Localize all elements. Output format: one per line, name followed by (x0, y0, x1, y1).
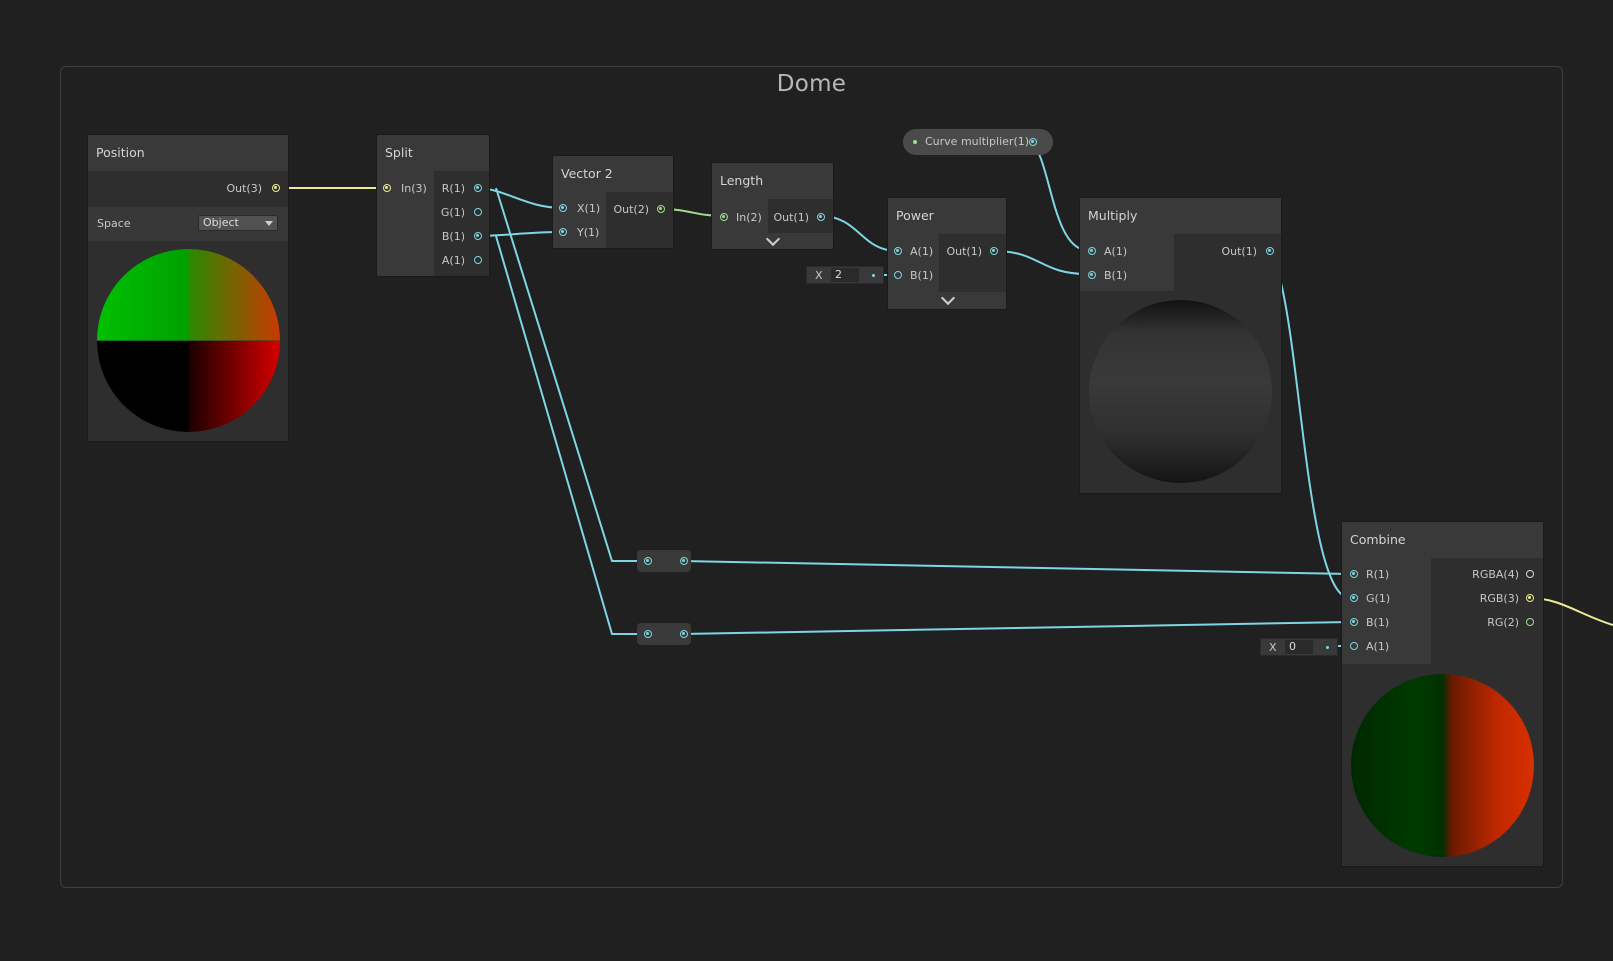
property-dot-icon (913, 140, 917, 144)
combine-in-a-label: A(1) (1366, 640, 1390, 653)
split-out-a-label: A(1) (441, 254, 465, 267)
curve-multiplier-property[interactable]: Curve multiplier(1) (903, 129, 1053, 155)
combine-out-rg-label: RG(2) (1487, 616, 1519, 629)
combine-in-r-port[interactable] (1349, 569, 1358, 578)
position-space-value: Object (203, 216, 239, 229)
combine-in-b-port[interactable] (1349, 617, 1358, 626)
position-out-label: Out(3) (226, 182, 262, 195)
wire-split-b-reroute2 (495, 235, 646, 635)
wire-reroute1-combine-r (681, 560, 1351, 575)
multiply-in-a-label: A(1) (1104, 245, 1128, 258)
split-out-a-port[interactable] (473, 255, 482, 264)
reroute-b-in-port[interactable] (643, 629, 652, 638)
position-space-dropdown[interactable]: Object (198, 215, 278, 231)
vector2-in-y-port[interactable] (558, 227, 567, 236)
split-out-g-port[interactable] (473, 207, 482, 216)
power-node-title[interactable]: Power (888, 198, 1006, 234)
combine-out-rg-port[interactable] (1525, 617, 1534, 626)
length-out-port[interactable] (816, 212, 825, 221)
power-b-field-dot (872, 274, 875, 277)
power-b-axis-label: X (815, 269, 823, 282)
reroute-b-out-port[interactable] (679, 629, 688, 638)
position-node[interactable]: Position Out(3) Space Object (88, 135, 288, 441)
wire-reroute2-combine-b (681, 621, 1351, 635)
position-out-port[interactable] (271, 183, 280, 192)
combine-in-b-label: B(1) (1366, 616, 1390, 629)
power-input-panel (888, 234, 939, 292)
power-in-b-label: B(1) (910, 269, 934, 282)
combine-in-g-port[interactable] (1349, 593, 1358, 602)
combine-a-field-dot (1326, 646, 1329, 649)
power-node[interactable]: Power A(1) B(1) Out(1) (888, 198, 1006, 309)
split-in-label: In(3) (401, 182, 427, 195)
split-node[interactable]: Split In(3) R(1) G(1) B(1) A(1) (377, 135, 489, 276)
vector2-in-y-label: Y(1) (577, 226, 600, 239)
power-out-port[interactable] (989, 246, 998, 255)
vector2-out-port[interactable] (656, 204, 665, 213)
length-in-label: In(2) (736, 211, 762, 224)
split-out-r-port[interactable] (473, 183, 482, 192)
split-out-b-label: B(1) (441, 230, 465, 243)
curve-multiplier-label: Curve multiplier(1) (925, 135, 1030, 148)
combine-a-axis-label: X (1269, 641, 1277, 654)
length-in-port[interactable] (719, 212, 728, 221)
power-b-value-input[interactable]: 2 (831, 268, 859, 282)
multiply-in-a-port[interactable] (1087, 246, 1096, 255)
split-out-r-label: R(1) (441, 182, 465, 195)
split-node-title[interactable]: Split (377, 135, 489, 171)
combine-preview-sphere (1351, 674, 1534, 857)
multiply-node-title[interactable]: Multiply (1080, 198, 1281, 234)
combine-out-rgba-port[interactable] (1525, 569, 1534, 578)
split-out-b-port[interactable] (473, 231, 482, 240)
power-b-value-field[interactable]: X 2 (806, 266, 884, 284)
combine-out-rgb-label: RGB(3) (1479, 592, 1519, 605)
wire-power-multiply (993, 250, 1088, 275)
multiply-out-port[interactable] (1265, 246, 1274, 255)
reroute-node-b[interactable] (637, 623, 691, 645)
position-space-label: Space (97, 217, 131, 230)
combine-in-g-label: G(1) (1366, 592, 1391, 605)
wire-split-r-vec2-x (475, 187, 564, 209)
combine-a-value-field[interactable]: X 0 (1260, 638, 1338, 656)
dropdown-caret-icon (265, 221, 273, 226)
position-node-title[interactable]: Position (88, 135, 288, 171)
reroute-r-in-port[interactable] (643, 556, 652, 565)
wire-split-b-vec2-y (475, 231, 564, 237)
power-in-a-port[interactable] (893, 246, 902, 255)
vector2-out-label: Out(2) (613, 203, 649, 216)
length-node[interactable]: Length In(2) Out(1) (712, 163, 833, 249)
combine-out-rgb-port[interactable] (1525, 593, 1534, 602)
vector2-node-title[interactable]: Vector 2 (553, 156, 673, 192)
wire-property-multiply (1027, 142, 1088, 251)
combine-in-r-label: R(1) (1366, 568, 1390, 581)
position-preview-sphere (97, 249, 280, 432)
power-out-label: Out(1) (946, 245, 982, 258)
vector2-node[interactable]: Vector 2 X(1) Y(1) Out(2) (553, 156, 673, 248)
curve-multiplier-out-port[interactable] (1028, 137, 1037, 146)
reroute-r-out-port[interactable] (679, 556, 688, 565)
multiply-in-b-label: B(1) (1104, 269, 1128, 282)
reroute-node-r[interactable] (637, 550, 691, 572)
vector2-input-panel (553, 192, 606, 248)
vector2-in-x-label: X(1) (577, 202, 601, 215)
vector2-in-x-port[interactable] (558, 203, 567, 212)
split-in-port[interactable] (382, 183, 391, 192)
combine-out-rgba-label: RGBA(4) (1472, 568, 1519, 581)
power-in-a-label: A(1) (910, 245, 934, 258)
length-out-label: Out(1) (773, 211, 809, 224)
combine-a-value-input[interactable]: 0 (1285, 640, 1313, 654)
multiply-in-b-port[interactable] (1087, 270, 1096, 279)
multiply-input-panel (1080, 234, 1174, 291)
power-in-b-port[interactable] (893, 270, 902, 279)
multiply-preview-sphere (1089, 300, 1272, 483)
length-node-title[interactable]: Length (712, 163, 833, 199)
split-out-g-label: G(1) (440, 206, 465, 219)
multiply-node[interactable]: Multiply A(1) B(1) Out(1) (1080, 198, 1281, 493)
combine-node[interactable]: Combine R(1) G(1) B(1) A(1) RGBA(4) RGB(… (1342, 522, 1543, 866)
multiply-out-label: Out(1) (1221, 245, 1257, 258)
combine-in-a-port[interactable] (1349, 641, 1358, 650)
combine-node-title[interactable]: Combine (1342, 522, 1543, 558)
